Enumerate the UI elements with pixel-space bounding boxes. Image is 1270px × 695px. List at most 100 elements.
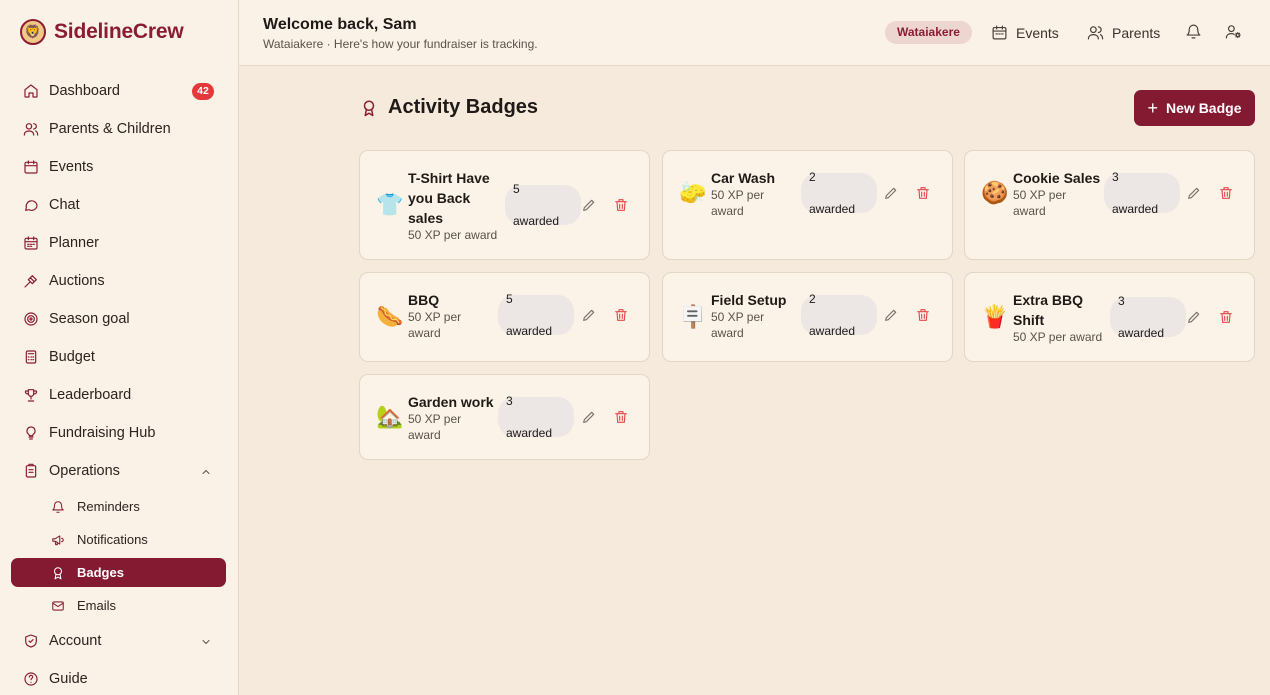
badge-awarded-count: 3 awarded	[498, 394, 574, 440]
award-icon	[51, 566, 65, 580]
sidebar-item-label: Account	[49, 633, 102, 649]
chevron-down-icon[interactable]	[200, 635, 212, 647]
badge-card-bbq: 🌭 BBQ 50 XP per award 5 awarded	[359, 272, 650, 362]
page-title: Activity Badges	[388, 96, 539, 118]
sidebar-item-label: Events	[49, 159, 94, 175]
sidebar-item-chat[interactable]: Chat	[11, 188, 226, 222]
badge-xp: 50 XP per award	[1013, 330, 1103, 344]
sidebar-item-budget[interactable]: Budget	[11, 340, 226, 374]
shield-icon	[23, 633, 39, 649]
mail-icon	[51, 599, 65, 613]
trophy-icon	[23, 387, 39, 403]
fries-icon: 🍟	[981, 304, 1009, 329]
target-icon	[23, 311, 39, 327]
sidebar-subitem-badges[interactable]: Badges	[11, 558, 226, 587]
sidebar-item-label: Parents & Children	[49, 121, 171, 137]
badge-card-tshirt: 👕 T-Shirt Have you Back sales 50 XP per …	[359, 150, 650, 260]
sidebar-item-events[interactable]: Events	[11, 150, 226, 184]
chevron-up-icon[interactable]	[200, 465, 212, 477]
sidebar-item-leaderboard[interactable]: Leaderboard	[11, 378, 226, 412]
delete-trash-icon[interactable]	[1218, 309, 1236, 327]
sidebar-item-operations[interactable]: Operations	[11, 454, 226, 488]
chat-icon	[23, 197, 39, 213]
sidebar: 🦁 SidelineCrew Dashboard 42 Parents & Ch…	[0, 0, 239, 695]
edit-pencil-icon[interactable]	[883, 307, 901, 325]
sidebar-item-label: Budget	[49, 349, 95, 365]
user-settings-icon[interactable]	[1225, 23, 1245, 43]
welcome-subtitle: Wataiakere · Here's how your fundraiser …	[263, 37, 538, 51]
sidebar-item-label: Auctions	[49, 273, 105, 289]
badge-name: Extra BBQ Shift	[1013, 292, 1084, 328]
sidebar-item-label: Season goal	[49, 311, 130, 327]
badge-xp: 50 XP per award	[711, 310, 765, 340]
calculator-icon	[23, 349, 39, 365]
edit-pencil-icon[interactable]	[883, 185, 901, 203]
sidebar-item-fundraising-hub[interactable]: Fundraising Hub	[11, 416, 226, 450]
sidebar-item-account[interactable]: Account	[11, 624, 226, 658]
badge-name: Field Setup	[711, 292, 787, 308]
edit-pencil-icon[interactable]	[581, 197, 599, 215]
delete-trash-icon[interactable]	[613, 409, 631, 427]
delete-trash-icon[interactable]	[613, 307, 631, 325]
new-badge-button[interactable]: + New Badge	[1134, 90, 1255, 126]
sidebar-subitem-reminders[interactable]: Reminders	[11, 492, 226, 521]
badge-awarded-count: 3 awarded	[1110, 294, 1186, 340]
top-header: Welcome back, Sam Wataiakere · Here's ho…	[239, 0, 1270, 66]
sidebar-subitem-notifications[interactable]: Notifications	[11, 525, 226, 554]
edit-pencil-icon[interactable]	[581, 409, 599, 427]
sidebar-subitem-label: Notifications	[77, 532, 148, 547]
bell-icon	[51, 500, 65, 514]
sidebar-item-season-goal[interactable]: Season goal	[11, 302, 226, 336]
badge-awarded-count: 2 awarded	[801, 292, 877, 338]
delete-trash-icon[interactable]	[915, 185, 933, 203]
award-icon	[363, 100, 375, 116]
sidebar-item-label: Fundraising Hub	[49, 425, 156, 441]
cookie-icon: 🍪	[981, 180, 1009, 205]
club-pill[interactable]: Wataiakere	[885, 21, 972, 44]
sidebar-item-planner[interactable]: Planner	[11, 226, 226, 260]
sidebar-subitem-label: Emails	[77, 598, 117, 613]
edit-pencil-icon[interactable]	[1186, 185, 1204, 203]
badge-card-cookie-sales: 🍪 Cookie Sales 50 XP per award 3 awarded	[964, 150, 1255, 260]
header-events-label: Events	[1016, 24, 1059, 41]
sidebar-subitem-label: Reminders	[77, 499, 140, 514]
welcome-title: Welcome back, Sam	[263, 16, 417, 33]
sidebar-item-label: Operations	[49, 463, 120, 479]
badge-xp: 50 XP per award	[408, 228, 498, 242]
header-events-link[interactable]: Events	[991, 24, 1059, 41]
badge-name: Garden work	[408, 394, 494, 410]
badge-name: Car Wash	[711, 170, 776, 186]
badge-xp: 50 XP per award	[1013, 188, 1067, 218]
sidebar-item-label: Dashboard	[49, 83, 120, 99]
brand[interactable]: 🦁 SidelineCrew	[20, 19, 184, 45]
sidebar-item-auctions[interactable]: Auctions	[11, 264, 226, 298]
tshirt-icon: 👕	[376, 192, 404, 217]
megaphone-icon	[51, 533, 65, 547]
sidebar-subitem-emails[interactable]: Emails	[11, 591, 226, 620]
sidebar-item-label: Planner	[49, 235, 99, 251]
sidebar-item-label: Guide	[49, 671, 88, 687]
delete-trash-icon[interactable]	[1218, 185, 1236, 203]
calendar-icon	[992, 25, 1007, 40]
team-logo-icon: 🦁	[20, 19, 46, 45]
sidebar-item-parents-children[interactable]: Parents & Children	[11, 112, 226, 146]
delete-trash-icon[interactable]	[915, 307, 933, 325]
header-parents-label: Parents	[1112, 24, 1161, 41]
clipboard-icon	[23, 463, 39, 479]
users-icon	[23, 121, 39, 137]
sidebar-item-guide[interactable]: Guide	[11, 662, 226, 695]
notifications-bell-icon[interactable]	[1185, 23, 1205, 43]
edit-pencil-icon[interactable]	[1186, 309, 1204, 327]
sidebar-item-label: Chat	[49, 197, 80, 213]
badge-card-field-setup: 🪧 Field Setup 50 XP per award 2 awarded	[662, 272, 953, 362]
header-parents-link[interactable]: Parents	[1087, 24, 1160, 41]
badge-card-garden-work: 🏡 Garden work 50 XP per award 3 awarded	[359, 374, 650, 460]
house-garden-icon: 🏡	[376, 404, 404, 429]
users-icon	[1087, 26, 1104, 40]
planner-icon	[23, 235, 39, 251]
badge-awarded-count: 2 awarded	[801, 170, 877, 216]
brand-name: SidelineCrew	[54, 20, 184, 43]
delete-trash-icon[interactable]	[613, 197, 631, 215]
edit-pencil-icon[interactable]	[581, 307, 599, 325]
sidebar-item-dashboard[interactable]: Dashboard 42	[11, 74, 226, 108]
